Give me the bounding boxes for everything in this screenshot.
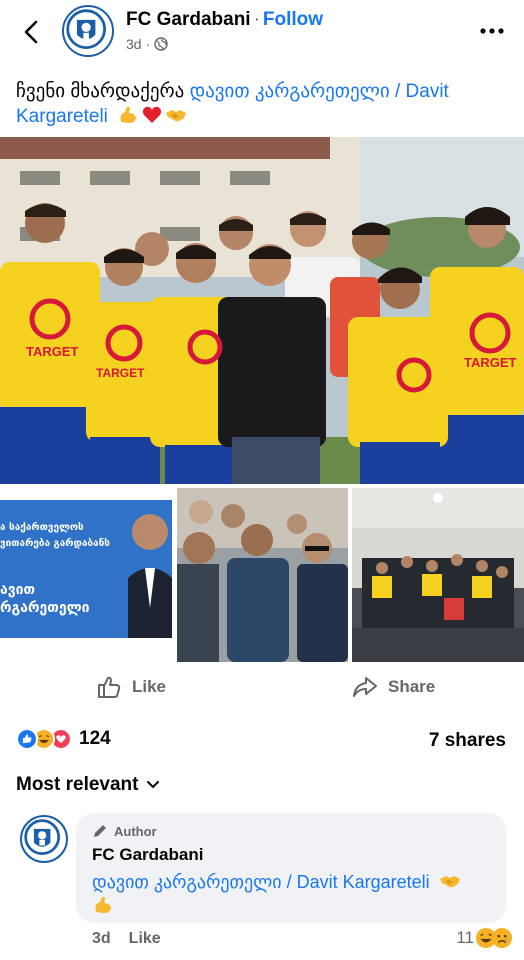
handshake-icon: [439, 876, 460, 888]
main-team-photo[interactable]: TARGET TARGET TARGET: [0, 137, 524, 484]
banner-text-line1: ა საქართველოს: [0, 521, 84, 533]
page-avatar[interactable]: [62, 5, 114, 57]
jersey-sponsor-text: TARGET: [96, 366, 145, 380]
fc-gardabani-logo-icon: [22, 817, 62, 857]
flexed-biceps-icon: [120, 106, 137, 123]
post-title-line: FC Gardabani · Follow: [126, 9, 323, 31]
share-button[interactable]: Share: [352, 674, 435, 700]
team-photo-illustration: TARGET TARGET TARGET: [0, 137, 524, 484]
comment-mention-link[interactable]: დავით კარგარეთელი / Davit Kargareteli: [92, 872, 430, 892]
comment-author-name[interactable]: FC Gardabani: [92, 845, 490, 865]
chevron-down-icon: [147, 781, 160, 789]
sort-label: Most relevant: [16, 774, 139, 795]
pencil-icon: [94, 825, 106, 837]
author-badge-label: Author: [114, 823, 157, 839]
reaction-count: 124: [79, 728, 111, 749]
post-actions: Like Share: [0, 666, 524, 710]
meta-dot: ·: [145, 36, 151, 52]
globe-icon: [154, 37, 168, 51]
banner-text-line2: ვითარება გარდაბანს: [0, 537, 110, 549]
post-time[interactable]: 3d: [126, 36, 142, 52]
red-heart-icon: [143, 106, 162, 123]
comment-reaction-count: 11: [456, 928, 474, 947]
comment-bubble: Author FC Gardabani დავით კარგარეთელი / …: [76, 813, 506, 923]
locker-room-illustration: [352, 488, 524, 662]
post-caption: ჩვენი მხარდაქერა დავით კარგარეთელი / Dav…: [16, 80, 506, 129]
like-label: Like: [132, 677, 167, 696]
comment-reactions[interactable]: 11: [456, 928, 512, 948]
more-options-icon[interactable]: [478, 24, 506, 38]
share-arrow-icon: [353, 677, 377, 697]
flexed-biceps-icon: [95, 896, 111, 913]
jersey-sponsor-text: TARGET: [464, 355, 517, 370]
post-meta: 3d ·: [126, 36, 168, 52]
handshake-icon: [166, 110, 187, 122]
like-button[interactable]: Like: [96, 674, 166, 700]
thumbnail-banner[interactable]: ა საქართველოს ვითარება გარდაბანს ავით რგ…: [0, 488, 172, 662]
crowd-photo-illustration: [177, 488, 348, 662]
title-separator: ·: [253, 9, 260, 30]
thumbs-up-icon: [98, 676, 121, 698]
author-badge: Author: [92, 823, 490, 839]
back-arrow-icon[interactable]: [18, 16, 46, 48]
fc-gardabani-logo-icon: [64, 7, 108, 51]
caption-emojis: [117, 104, 187, 126]
thumbnail-crowd[interactable]: [177, 488, 348, 662]
sad-reaction-icon: [492, 928, 512, 948]
banner-text-line4: რგარეთელი: [0, 600, 90, 616]
comment-time[interactable]: 3d: [92, 930, 111, 948]
banner-text-line3: ავით: [0, 582, 35, 598]
share-label: Share: [388, 677, 436, 696]
page-name-link[interactable]: FC Gardabani: [126, 9, 251, 30]
caption-text: ჩვენი მხარდაქერა: [16, 81, 190, 102]
campaign-banner-illustration: ა საქართველოს ვითარება გარდაბანს ავით რგ…: [0, 488, 172, 662]
jersey-sponsor-text: TARGET: [26, 344, 79, 359]
like-reaction-icon: [16, 728, 38, 750]
reaction-summary[interactable]: 124: [16, 728, 111, 750]
post-header: FC Gardabani · Follow 3d ·: [0, 0, 524, 66]
comment-text: დავით კარგარეთელი / Davit Kargareteli: [92, 870, 490, 922]
follow-button[interactable]: Follow: [263, 9, 323, 30]
comment-footer: 3d Like: [92, 930, 161, 948]
comment-like-button[interactable]: Like: [129, 930, 161, 948]
photo-thumbnails: ა საქართველოს ვითარება გარდაბანს ავით რგ…: [0, 488, 524, 662]
comment-sort-dropdown[interactable]: Most relevant: [16, 774, 160, 796]
thumbnail-locker-room[interactable]: [352, 488, 524, 662]
post-stats: 124 7 shares: [0, 724, 524, 758]
comment-author-avatar[interactable]: [20, 815, 68, 863]
shares-count[interactable]: 7 shares: [429, 730, 506, 752]
